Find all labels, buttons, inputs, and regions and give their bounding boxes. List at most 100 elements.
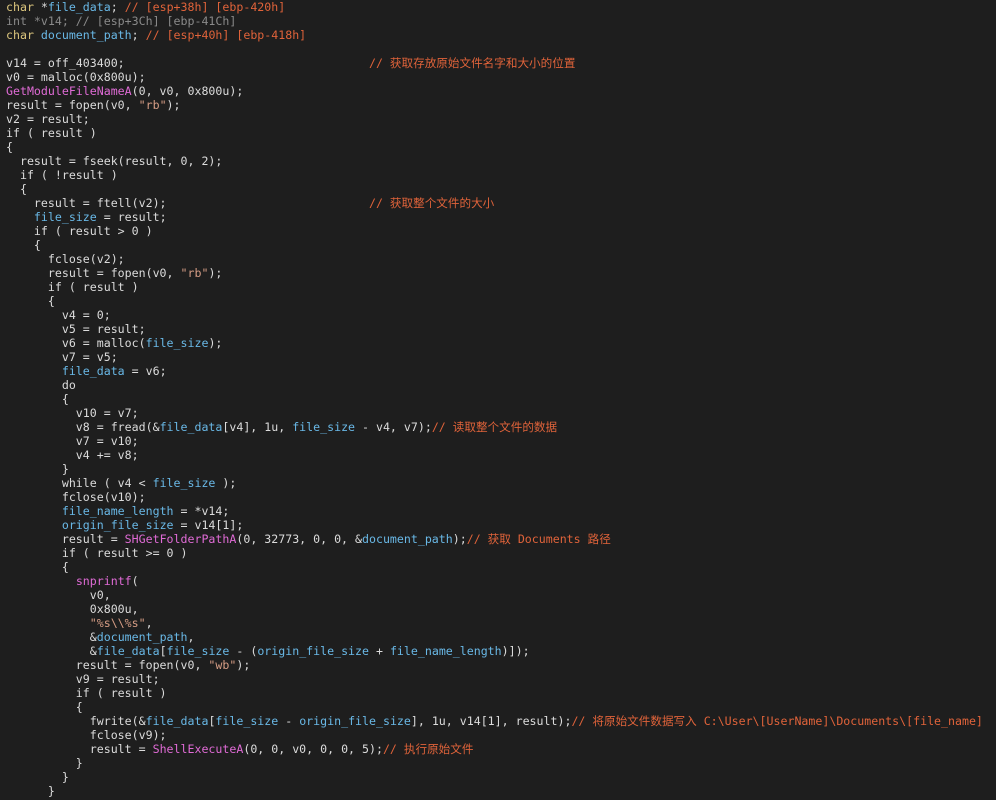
- code-line[interactable]: {: [6, 700, 983, 714]
- code-line[interactable]: {: [6, 294, 983, 308]
- code-line[interactable]: &file_data[file_size - (origin_file_size…: [6, 644, 983, 658]
- code-variable[interactable]: file_size: [167, 644, 230, 658]
- code-variable[interactable]: file_data: [146, 714, 209, 728]
- code-line[interactable]: {: [6, 392, 983, 406]
- code-line[interactable]: fclose(v2);: [6, 252, 983, 266]
- code-variable[interactable]: file_data: [97, 644, 160, 658]
- code-variable[interactable]: file_size: [215, 714, 278, 728]
- code-line[interactable]: while ( v4 < file_size );: [6, 476, 983, 490]
- code-line[interactable]: v5 = result;: [6, 322, 983, 336]
- code-variable[interactable]: file_size: [34, 210, 97, 224]
- code-variable[interactable]: file_size: [153, 476, 216, 490]
- code-line[interactable]: if ( result >= 0 ): [6, 546, 983, 560]
- code-line[interactable]: result = fopen(v0, "wb");: [6, 658, 983, 672]
- code-line[interactable]: }: [6, 770, 983, 784]
- code-line[interactable]: &document_path,: [6, 630, 983, 644]
- code-variable[interactable]: document_path: [41, 28, 132, 42]
- code-line[interactable]: v14 = off_403400; // 获取存放原始文件名字和大小的位置: [6, 56, 983, 70]
- code-variable[interactable]: file_data: [48, 0, 111, 14]
- code-text: );: [208, 336, 223, 350]
- code-line[interactable]: if ( result ): [6, 280, 983, 294]
- pseudocode-view[interactable]: char *file_data; // [esp+38h] [ebp-420h]…: [6, 0, 983, 798]
- code-variable[interactable]: file_size: [292, 420, 355, 434]
- code-line[interactable]: }: [6, 756, 983, 770]
- code-line[interactable]: v0,: [6, 588, 983, 602]
- code-line[interactable]: GetModuleFileNameA(0, v0, 0x800u);: [6, 84, 983, 98]
- code-variable[interactable]: file_name_length: [390, 644, 502, 658]
- code-line[interactable]: {: [6, 238, 983, 252]
- code-line[interactable]: v7 = v10;: [6, 434, 983, 448]
- code-line[interactable]: origin_file_size = v14[1];: [6, 518, 983, 532]
- code-line[interactable]: v6 = malloc(file_size);: [6, 336, 983, 350]
- code-text: v10 = v7;: [6, 406, 139, 420]
- code-line[interactable]: fclose(v9);: [6, 728, 983, 742]
- code-line[interactable]: "%s\\%s",: [6, 616, 983, 630]
- code-function[interactable]: GetModuleFileNameA: [6, 84, 132, 98]
- code-text: {: [6, 392, 69, 406]
- code-variable[interactable]: origin_file_size: [257, 644, 369, 658]
- code-line[interactable]: 0x800u,: [6, 602, 983, 616]
- code-line[interactable]: if ( !result ): [6, 168, 983, 182]
- code-text: *: [40, 0, 48, 14]
- code-line[interactable]: }: [6, 784, 983, 798]
- code-line[interactable]: file_size = result;: [6, 210, 983, 224]
- code-variable[interactable]: origin_file_size: [299, 714, 411, 728]
- code-line[interactable]: [6, 42, 983, 56]
- code-variable[interactable]: document_path: [97, 630, 188, 644]
- code-line[interactable]: v7 = v5;: [6, 350, 983, 364]
- code-line[interactable]: result = ftell(v2); // 获取整个文件的大小: [6, 196, 983, 210]
- code-line[interactable]: v4 += v8;: [6, 448, 983, 462]
- code-text: result = fopen(v0,: [6, 266, 181, 280]
- code-line[interactable]: {: [6, 182, 983, 196]
- code-variable[interactable]: file_data: [62, 364, 125, 378]
- code-line[interactable]: char document_path; // [esp+40h] [ebp-41…: [6, 28, 983, 42]
- code-text: ], 1u, v14[1], result);: [410, 714, 572, 728]
- code-line[interactable]: result = fseek(result, 0, 2);: [6, 154, 983, 168]
- code-line[interactable]: v4 = 0;: [6, 308, 983, 322]
- code-line[interactable]: if ( result ): [6, 686, 983, 700]
- code-variable[interactable]: file_name_length: [62, 504, 174, 518]
- code-function[interactable]: snprintf: [76, 574, 132, 588]
- code-line[interactable]: fclose(v10);: [6, 490, 983, 504]
- code-variable[interactable]: file_size: [146, 336, 209, 350]
- code-text: result = fseek(result, 0, 2);: [6, 154, 223, 168]
- code-line[interactable]: do: [6, 378, 983, 392]
- code-line[interactable]: char *file_data; // [esp+38h] [ebp-420h]: [6, 0, 983, 14]
- code-variable[interactable]: origin_file_size: [62, 518, 174, 532]
- code-variable[interactable]: file_data: [160, 420, 223, 434]
- code-line[interactable]: {: [6, 560, 983, 574]
- code-line[interactable]: v9 = result;: [6, 672, 983, 686]
- code-line[interactable]: v8 = fread(&file_data[v4], 1u, file_size…: [6, 420, 983, 434]
- code-line[interactable]: file_name_length = *v14;: [6, 504, 983, 518]
- code-comment: // 获取存放原始文件名字和大小的位置: [368, 56, 576, 70]
- code-line[interactable]: fwrite(&file_data[file_size - origin_fil…: [6, 714, 983, 728]
- code-text: );: [166, 98, 181, 112]
- code-line[interactable]: if ( result ): [6, 126, 983, 140]
- code-line[interactable]: v2 = result;: [6, 112, 983, 126]
- code-text: = result;: [96, 210, 167, 224]
- code-line[interactable]: result = SHGetFolderPathA(0, 32773, 0, 0…: [6, 532, 983, 546]
- code-line[interactable]: {: [6, 140, 983, 154]
- code-function[interactable]: ShellExecuteA: [153, 742, 244, 756]
- code-comment: int *v14; // [esp+3Ch] [ebp-41Ch]: [6, 14, 237, 28]
- code-line[interactable]: result = ShellExecuteA(0, 0, v0, 0, 0, 5…: [6, 742, 983, 756]
- code-function[interactable]: SHGetFolderPathA: [125, 532, 237, 546]
- code-line[interactable]: result = fopen(v0, "rb");: [6, 266, 983, 280]
- code-text: {: [6, 182, 27, 196]
- code-line[interactable]: v0 = malloc(0x800u);: [6, 70, 983, 84]
- code-line[interactable]: file_data = v6;: [6, 364, 983, 378]
- code-line[interactable]: v10 = v7;: [6, 406, 983, 420]
- code-line[interactable]: if ( result > 0 ): [6, 224, 983, 238]
- code-line[interactable]: }: [6, 462, 983, 476]
- code-text: +: [369, 644, 390, 658]
- code-line[interactable]: snprintf(: [6, 574, 983, 588]
- code-line[interactable]: result = fopen(v0, "rb");: [6, 98, 983, 112]
- code-variable[interactable]: document_path: [362, 532, 453, 546]
- code-text: );: [236, 658, 251, 672]
- code-line[interactable]: int *v14; // [esp+3Ch] [ebp-41Ch]: [6, 14, 983, 28]
- code-text: = *v14;: [173, 504, 230, 518]
- code-text: )]);: [501, 644, 530, 658]
- code-text: &: [6, 644, 97, 658]
- code-text: = v14[1];: [173, 518, 244, 532]
